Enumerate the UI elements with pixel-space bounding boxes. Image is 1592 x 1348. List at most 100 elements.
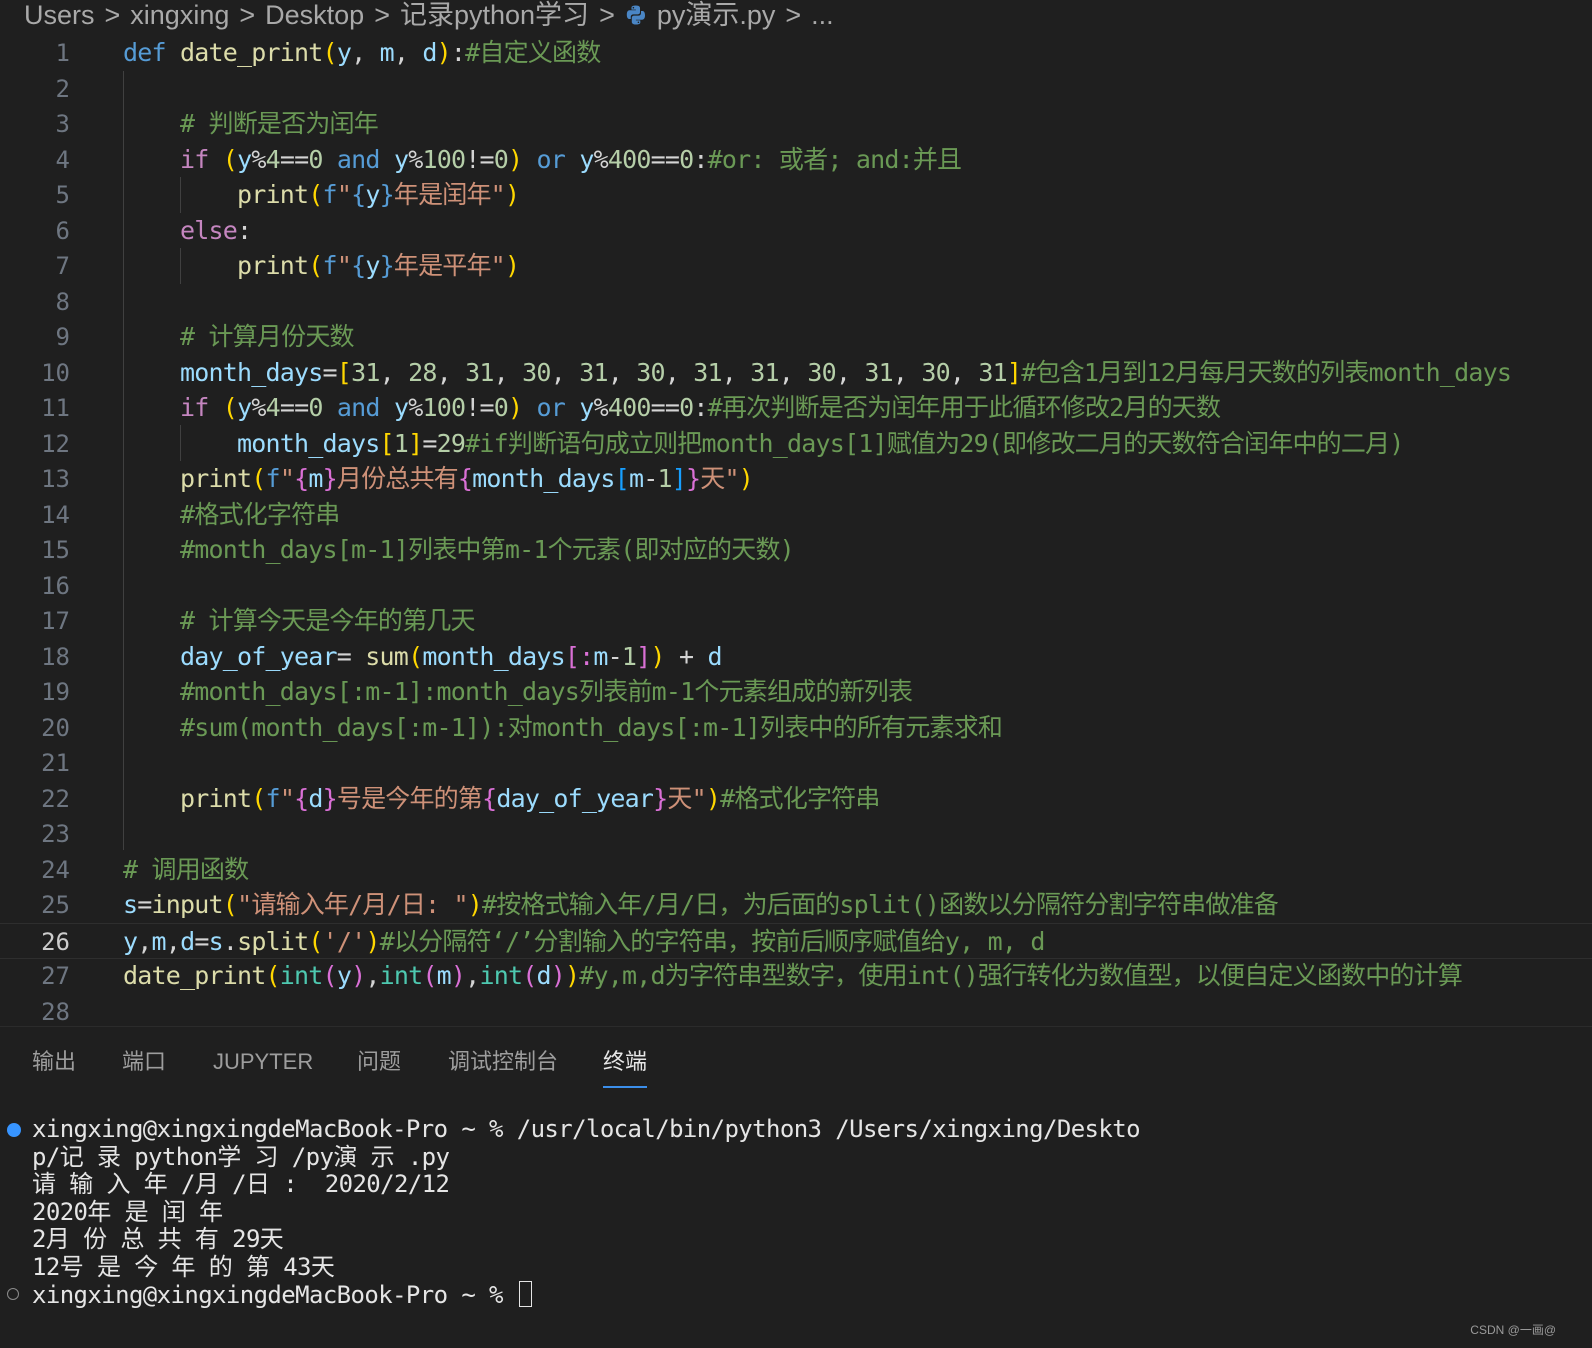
code-line[interactable]: 2 [0,71,1592,107]
code-line[interactable]: 20 #sum(month_days[:m-1]):对month_days[:m… [0,710,1592,746]
code-line[interactable]: 21 [0,745,1592,781]
code-token: ( [251,464,266,493]
code-token: , [892,357,922,387]
code-token: #按格式输入年/月/日，为后面的split()函数以分隔符分割字符串做准备 [482,890,1279,919]
code-token: , [664,357,694,387]
code-line[interactable]: 23 [0,816,1592,852]
code-line[interactable]: 24 # 调用函数 [0,852,1592,888]
code-token: 30 [522,357,551,387]
tab-jupyter[interactable]: JUPYTER [213,1042,313,1082]
tab-debug-console[interactable]: 调试控制台 [448,1042,558,1082]
command-pending-icon[interactable] [7,1288,19,1300]
code-token: : [450,38,466,67]
code-token: ] [671,464,687,493]
code-line[interactable]: 5 print(f"{y}年是闰年") [0,177,1592,213]
code-token: , [550,357,580,387]
code-token: ) [738,464,754,493]
code-line[interactable]: 11 if (y%4==0 and y%100!=0) or y%400==0:… [0,390,1592,426]
chevron-right-icon: > [785,0,802,30]
code-line[interactable]: 28 [0,994,1592,1030]
code-line[interactable]: 17 # 计算今天是今年的第几天 [0,603,1592,639]
breadcrumb-file[interactable]: py演示.py [625,0,775,30]
code-token: 0 [308,393,323,422]
line-number: 25 [41,891,70,919]
code-token: , [351,38,380,67]
code-text: #month_days[:m-1]:month_days列表前m-1个元素组成的… [123,674,913,710]
code-line[interactable]: 7 print(f"{y}年是平年") [0,248,1592,284]
breadcrumb-desktop[interactable]: Desktop [265,0,364,30]
code-token: } [322,464,338,493]
code-token: , [365,961,380,990]
code-token: 31 [351,357,380,387]
code-line[interactable]: 10 month_days=[31, 28, 31, 30, 31, 30, 3… [0,355,1592,391]
code-line[interactable]: 13 print(f"{m}月份总共有{month_days[m-1]}天") [0,461,1592,497]
code-token: # 判断是否为闰年 [180,109,379,138]
code-token: #if判断语句成立则把month_days[1]赋值为29(即修改二月的天数符合… [465,428,1404,458]
code-token: #y,m,d为字符串型数字，使用int()强行转化为数值型，以便自定义函数中的计… [579,961,1463,990]
tab-output[interactable]: 输出 [32,1042,76,1082]
line-number: 15 [41,536,70,564]
code-token: date_print [123,961,266,990]
line-number: 27 [41,962,70,990]
code-token: , [379,357,409,387]
code-line[interactable]: 15 #month_days[m-1]列表中第m-1个元素(即对应的天数) [0,532,1592,568]
code-token: y [237,144,252,174]
terminal-prompt-line[interactable]: xingxing@xingxingdeMacBook-Pro ~ % [32,1281,532,1309]
line-number: 26 [41,927,70,956]
terminal-line: xingxing@xingxingdeMacBook-Pro ~ % /usr/… [32,1115,1141,1143]
breadcrumb-more[interactable]: ... [811,0,834,30]
code-token: " [336,251,352,280]
code-token: 0 [493,144,509,174]
code-line[interactable]: 27 date_print(int(y),int(m),int(d))#y,m,d… [0,958,1592,994]
code-text: month_days[1]=29#if判断语句成立则把month_days[1]… [123,426,1404,462]
code-token: 1 [393,428,409,458]
tab-ports[interactable]: 端口 [122,1042,166,1082]
command-success-icon[interactable] [7,1123,21,1137]
code-line[interactable]: 4 if (y%4==0 and y%100!=0) or y%400==0:#… [0,142,1592,178]
breadcrumb: Users > xingxing > Desktop > 记录python学习 > py演示.p… [0,0,1592,34]
code-token: } [322,783,338,813]
breadcrumb-xingxing[interactable]: xingxing [130,0,229,30]
code-line[interactable]: 1 def date_print(y, m, d):#自定义函数 [0,35,1592,71]
code-token: int [379,961,424,990]
breadcrumb-folder[interactable]: 记录python学习 [400,0,589,30]
breadcrumb-users[interactable]: Users [24,0,95,30]
code-line[interactable]: 19 #month_days[:m-1]:month_days列表前m-1个元素… [0,674,1592,710]
code-token: % [593,393,609,422]
code-token: ( [308,251,323,280]
code-line[interactable]: 18 day_of_year= sum(month_days[:m-1]) + … [0,639,1592,675]
line-number: 24 [41,855,70,884]
terminal[interactable]: xingxing@xingxingdeMacBook-Pro ~ % /usr/… [0,1110,1592,1320]
line-number: 6 [55,216,70,245]
code-token: ) [565,961,580,990]
code-token: 100 [422,144,466,174]
code-line[interactable]: 6 else: [0,213,1592,249]
line-number: 2 [55,74,70,103]
code-line[interactable]: 3 # 判断是否为闰年 [0,106,1592,142]
chevron-right-icon: > [104,0,121,30]
code-token: # 计算月份天数 [180,322,355,351]
tab-terminal[interactable]: 终端 [603,1042,648,1088]
code-line[interactable]: 25 s=input("请输入年/月/日: ")#按格式输入年/月/日，为后面的s… [0,887,1592,923]
code-line[interactable]: 9 # 计算月份天数 [0,319,1592,355]
code-text: #格式化字符串 [123,497,340,533]
code-token: - [643,464,658,493]
code-line[interactable]: 22 print(f"{d}号是今年的第{day_of_year}天")#格式化… [0,781,1592,817]
terminal-line: 2月 份 总 共 有 29天 [32,1225,284,1253]
code-line[interactable]: 26 y,m,d=s.split('/')#以分隔符‘/’分割输入的字符串，按前后… [0,922,1592,959]
tab-problems[interactable]: 问题 [357,1042,401,1082]
code-token: = [336,641,366,671]
code-token: ) [508,393,523,422]
code-token: date_print [180,38,323,67]
code-line[interactable]: 14 #格式化字符串 [0,497,1592,533]
code-line[interactable]: 16 [0,568,1592,604]
code-token: month_days [180,357,323,387]
code-line[interactable]: 12 month_days[1]=29#if判断语句成立则把month_days… [0,426,1592,462]
code-editor[interactable]: 1 def date_print(y, m, d):#自定义函数 2 3 # 判断是否… [0,35,1592,1042]
code-line[interactable]: 8 [0,284,1592,320]
